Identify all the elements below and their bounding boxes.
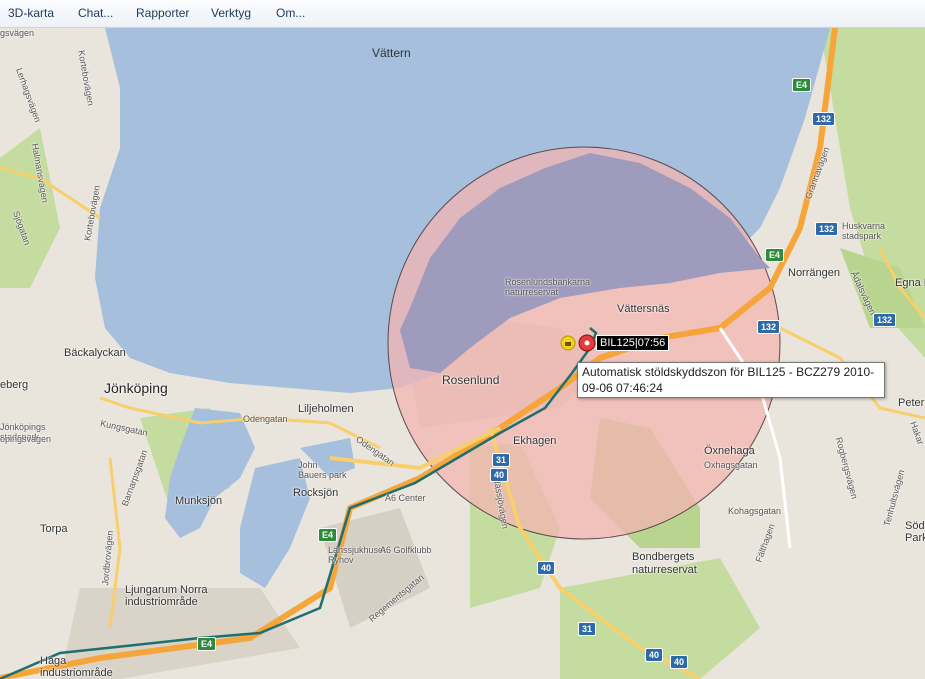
shield-e4-top: E4 xyxy=(792,78,812,92)
shield-132-c: 132 xyxy=(757,320,781,334)
label-haga: Haga industriområde xyxy=(40,655,113,679)
label-john-bauer: John Bauers park xyxy=(298,460,347,480)
street-kohagsgatan: Kohagsgatan xyxy=(728,506,782,516)
label-rocksjon: Rocksjön xyxy=(293,487,339,499)
street-gsvagen: gsvägen xyxy=(0,28,35,38)
shield-e4-low: E4 xyxy=(318,528,338,542)
shield-31-a: 31 xyxy=(492,453,511,467)
menu-item-chat[interactable]: Chat... xyxy=(78,6,113,20)
label-oxnehaga: Öxnehaga xyxy=(704,445,755,457)
label-a6-center: A6 Center xyxy=(385,493,426,503)
label-rosenlund: Rosenlund xyxy=(442,373,500,387)
label-a6-golf: A6 Golfklubb xyxy=(380,545,432,555)
label-egna-hem: Egna H xyxy=(895,277,925,289)
map-view[interactable]: Vättern Jönköping Bäckalyckan Liljeholme… xyxy=(0,28,925,679)
shield-40-a: 40 xyxy=(490,468,509,482)
label-munksjon: Munksjön xyxy=(175,495,223,507)
shield-e4-bottom: E4 xyxy=(197,637,217,651)
shield-40-c: 40 xyxy=(645,648,664,662)
label-rosenlundsbankarna: Rosenlundsbankarna naturreservat xyxy=(505,277,591,297)
menu-bar: 3D-karta Chat... Rapporter Verktyg Om... xyxy=(0,0,925,28)
shield-40-d: 40 xyxy=(670,655,689,669)
shield-e4-mid: E4 xyxy=(765,248,785,262)
street-oxhagsgatan: Oxhagsgatan xyxy=(704,460,758,470)
street-odengatan-1: Odengatan xyxy=(243,414,288,424)
shield-132-b: 132 xyxy=(815,222,839,236)
label-eberg: eberg xyxy=(0,379,29,391)
menu-item-verktyg[interactable]: Verktyg xyxy=(211,6,251,20)
label-ljungarum: Ljungarum Norra industriområde xyxy=(125,584,208,608)
lock-icon-body xyxy=(565,342,571,346)
shield-132-a: 132 xyxy=(812,112,836,126)
shield-132-d: 132 xyxy=(873,313,897,327)
label-norrangen: Norrängen xyxy=(788,267,840,279)
label-vattersnas: Vättersnäs xyxy=(617,303,670,315)
label-backalyckan: Bäckalyckan xyxy=(64,347,126,359)
menu-item-rapporter[interactable]: Rapporter xyxy=(136,6,189,20)
map-canvas xyxy=(0,28,925,679)
zone-tooltip: Automatisk stöldskyddszon för BIL125 - B… xyxy=(577,362,885,398)
label-jonkoping: Jönköping xyxy=(104,380,168,396)
label-huskvarna: Huskvarna stadspark xyxy=(842,221,886,241)
vehicle-marker-dot xyxy=(584,340,590,346)
shield-31-b: 31 xyxy=(578,622,597,636)
label-torpa: Torpa xyxy=(40,523,68,535)
vehicle-label[interactable]: BIL125|07:56 xyxy=(596,335,670,351)
street-kopingsvagen: öpingsvägen xyxy=(0,434,52,444)
shield-40-b: 40 xyxy=(537,561,556,575)
label-bondbergets: Bondbergets naturreservat xyxy=(632,551,697,576)
menu-item-om[interactable]: Om... xyxy=(276,6,305,20)
label-liljeholmen: Liljeholmen xyxy=(298,403,354,415)
label-sod: Söd Park xyxy=(905,520,925,544)
label-peter: Peter xyxy=(898,397,925,409)
label-ekhagen: Ekhagen xyxy=(513,435,557,447)
menu-item-3d-karta[interactable]: 3D-karta xyxy=(8,6,54,20)
label-vattern: Vättern xyxy=(372,46,411,60)
